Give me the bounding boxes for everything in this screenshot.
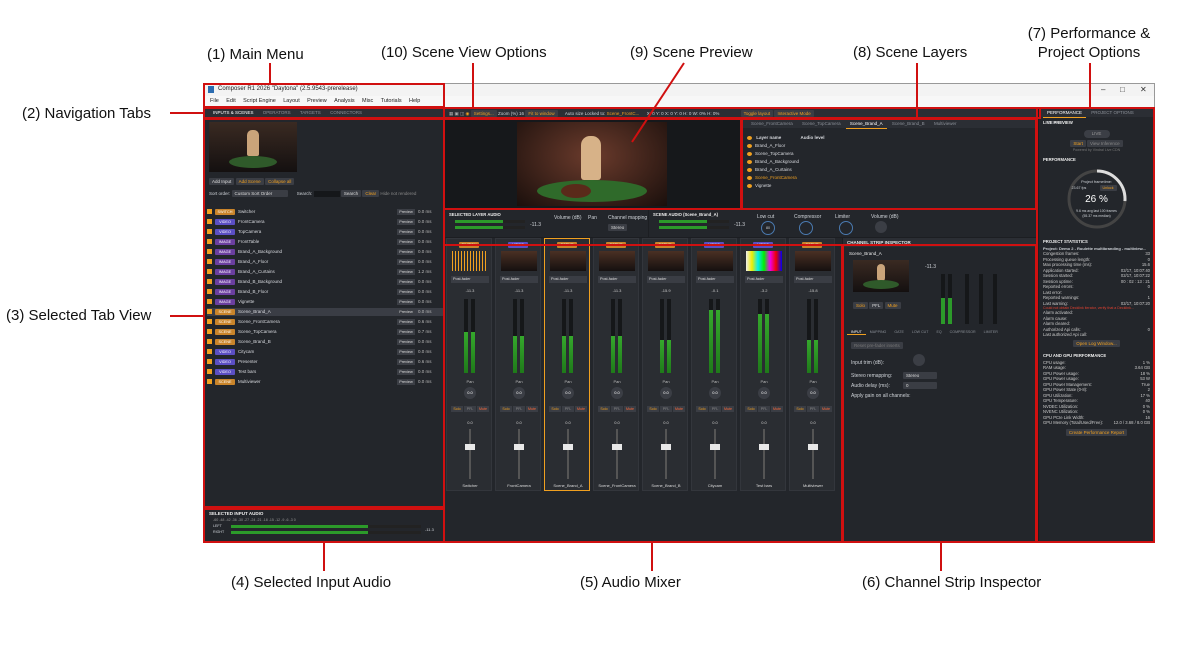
callout-scene-layers: (8) Scene Layers xyxy=(853,44,968,61)
callout-performance-line1: (7) Performance & xyxy=(1027,25,1151,42)
callout-scene-view-options: (10) Scene View Options xyxy=(381,44,547,61)
callout-selected-tab-view: (3) Selected Tab View xyxy=(6,307,152,324)
callout-performance-line2: Project Options xyxy=(1037,44,1141,61)
callout-performance: (7) Performance & Project Options xyxy=(1015,24,1163,62)
callout-selected-input-audio: (4) Selected Input Audio xyxy=(231,574,392,591)
callout-scene-preview: (9) Scene Preview xyxy=(630,44,753,61)
callout-audio-mixer: (5) Audio Mixer xyxy=(580,574,681,591)
scene-preview-leader xyxy=(631,62,685,143)
callout-navigation-tabs: (2) Navigation Tabs xyxy=(22,105,151,122)
callout-main-menu: (1) Main Menu xyxy=(207,46,304,63)
callout-channel-strip-inspector: (6) Channel Strip Inspector xyxy=(862,574,1042,591)
